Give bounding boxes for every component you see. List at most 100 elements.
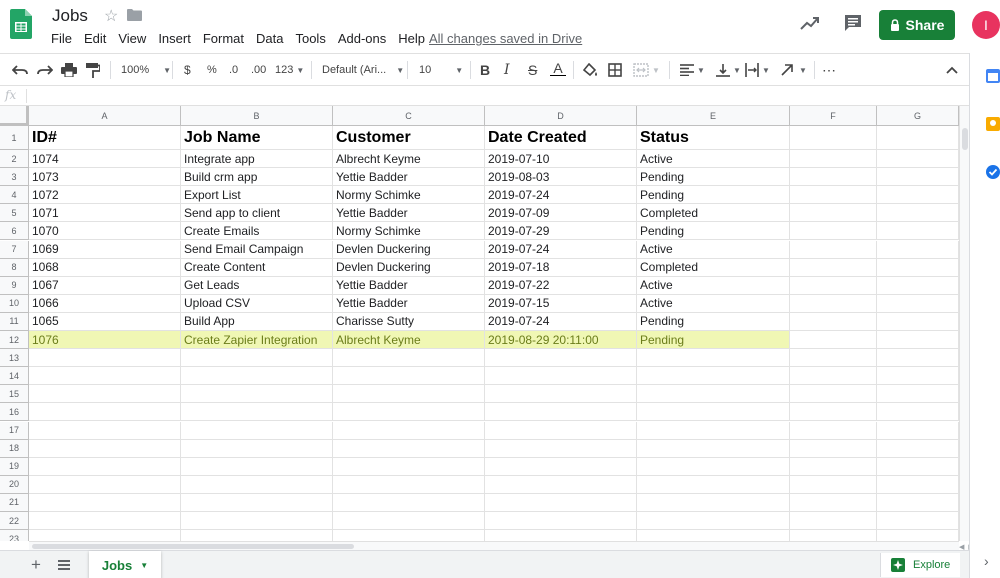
header-cell[interactable]: Date Created [485,126,637,150]
table-cell[interactable] [877,276,959,295]
select-all-corner[interactable] [0,106,29,126]
table-cell[interactable]: Charisse Sutty [333,312,485,331]
table-cell[interactable]: 1072 [29,186,181,205]
empty-cell[interactable] [29,349,181,368]
empty-cell[interactable] [181,512,333,531]
empty-cell[interactable] [485,385,637,404]
row-header[interactable]: 3 [0,168,29,187]
table-cell[interactable]: 1076 [29,331,181,350]
empty-cell[interactable] [181,367,333,386]
tasks-icon[interactable] [986,165,1000,179]
empty-cell[interactable] [877,493,959,512]
empty-cell[interactable] [333,530,485,541]
empty-cell[interactable] [333,439,485,458]
empty-cell[interactable] [29,493,181,512]
table-cell[interactable]: 2019-07-09 [485,204,637,223]
column-header-e[interactable]: E [637,106,790,126]
empty-cell[interactable] [637,512,790,531]
empty-cell[interactable] [333,475,485,494]
row-header[interactable]: 4 [0,186,29,205]
row-header[interactable]: 8 [0,258,29,277]
avatar[interactable]: I [972,11,1000,39]
fill-color-icon[interactable] [583,62,599,78]
empty-cell[interactable] [485,367,637,386]
folder-icon[interactable] [127,9,142,21]
empty-cell[interactable] [485,530,637,541]
menu-help[interactable]: Help [398,31,433,46]
table-cell[interactable] [790,168,877,187]
table-cell[interactable]: 2019-07-24 [485,186,637,205]
column-header-g[interactable]: G [877,106,959,126]
merge-cells-icon[interactable]: ▼ [633,62,660,78]
table-cell[interactable]: 2019-07-22 [485,276,637,295]
empty-cell[interactable] [790,349,877,368]
header-cell[interactable] [877,126,959,150]
row-header[interactable]: 12 [0,331,29,350]
empty-cell[interactable] [790,530,877,541]
empty-cell[interactable] [485,475,637,494]
paint-format-icon[interactable] [86,62,100,78]
collapse-toolbar-icon[interactable] [946,62,958,78]
empty-cell[interactable] [29,439,181,458]
empty-cell[interactable] [790,475,877,494]
header-cell[interactable]: Status [637,126,790,150]
empty-cell[interactable] [485,457,637,476]
empty-cell[interactable] [485,349,637,368]
vertical-scrollbar[interactable] [959,106,969,541]
table-cell[interactable]: 2019-07-24 [485,312,637,331]
row-header[interactable]: 6 [0,222,29,241]
table-cell[interactable]: Send Email Campaign [181,240,333,259]
row-header[interactable]: 23 [0,530,29,541]
table-cell[interactable]: Albrecht Keyme [333,150,485,169]
table-cell[interactable]: 1073 [29,168,181,187]
table-cell[interactable] [790,240,877,259]
sheets-logo-icon[interactable] [10,9,32,39]
menu-format[interactable]: Format [203,31,252,46]
table-cell[interactable]: 2019-07-18 [485,258,637,277]
more-options-icon[interactable]: ⋯ [822,62,836,78]
calendar-icon[interactable] [986,69,1000,83]
row-header[interactable]: 19 [0,457,29,476]
bold-button[interactable]: B [480,62,490,78]
row-header[interactable]: 17 [0,421,29,440]
share-button[interactable]: Share [879,10,955,40]
empty-cell[interactable] [29,530,181,541]
empty-cell[interactable] [485,439,637,458]
table-cell[interactable]: 2019-08-29 20:11:00 [485,331,637,350]
empty-cell[interactable] [637,439,790,458]
table-cell[interactable]: Active [637,150,790,169]
row-header[interactable]: 22 [0,512,29,531]
table-cell[interactable]: 1070 [29,222,181,241]
row-header[interactable]: 18 [0,439,29,458]
empty-cell[interactable] [333,403,485,422]
empty-cell[interactable] [790,367,877,386]
table-cell[interactable]: Completed [637,204,790,223]
table-cell[interactable]: Yettie Badder [333,294,485,313]
document-title[interactable]: Jobs [52,6,88,26]
empty-cell[interactable] [637,367,790,386]
empty-cell[interactable] [181,439,333,458]
horizontal-align-icon[interactable]: ▼ [680,62,705,78]
table-cell[interactable]: Pending [637,222,790,241]
column-header-a[interactable]: A [29,106,181,126]
table-cell[interactable] [790,294,877,313]
table-cell[interactable] [877,258,959,277]
chevron-down-icon[interactable]: ▼ [140,561,148,570]
menu-tools[interactable]: Tools [295,31,333,46]
empty-cell[interactable] [181,403,333,422]
empty-cell[interactable] [333,512,485,531]
table-cell[interactable]: Build crm app [181,168,333,187]
empty-cell[interactable] [29,512,181,531]
empty-cell[interactable] [181,349,333,368]
table-cell[interactable]: Active [637,240,790,259]
table-cell[interactable] [790,186,877,205]
column-header-d[interactable]: D [485,106,637,126]
strikethrough-button[interactable]: S [528,62,537,78]
table-cell[interactable] [790,258,877,277]
table-cell[interactable]: 2019-07-29 [485,222,637,241]
empty-cell[interactable] [181,421,333,440]
currency-button[interactable]: $ [184,62,191,78]
header-cell[interactable] [790,126,877,150]
comment-icon[interactable] [844,14,862,32]
empty-cell[interactable] [485,403,637,422]
